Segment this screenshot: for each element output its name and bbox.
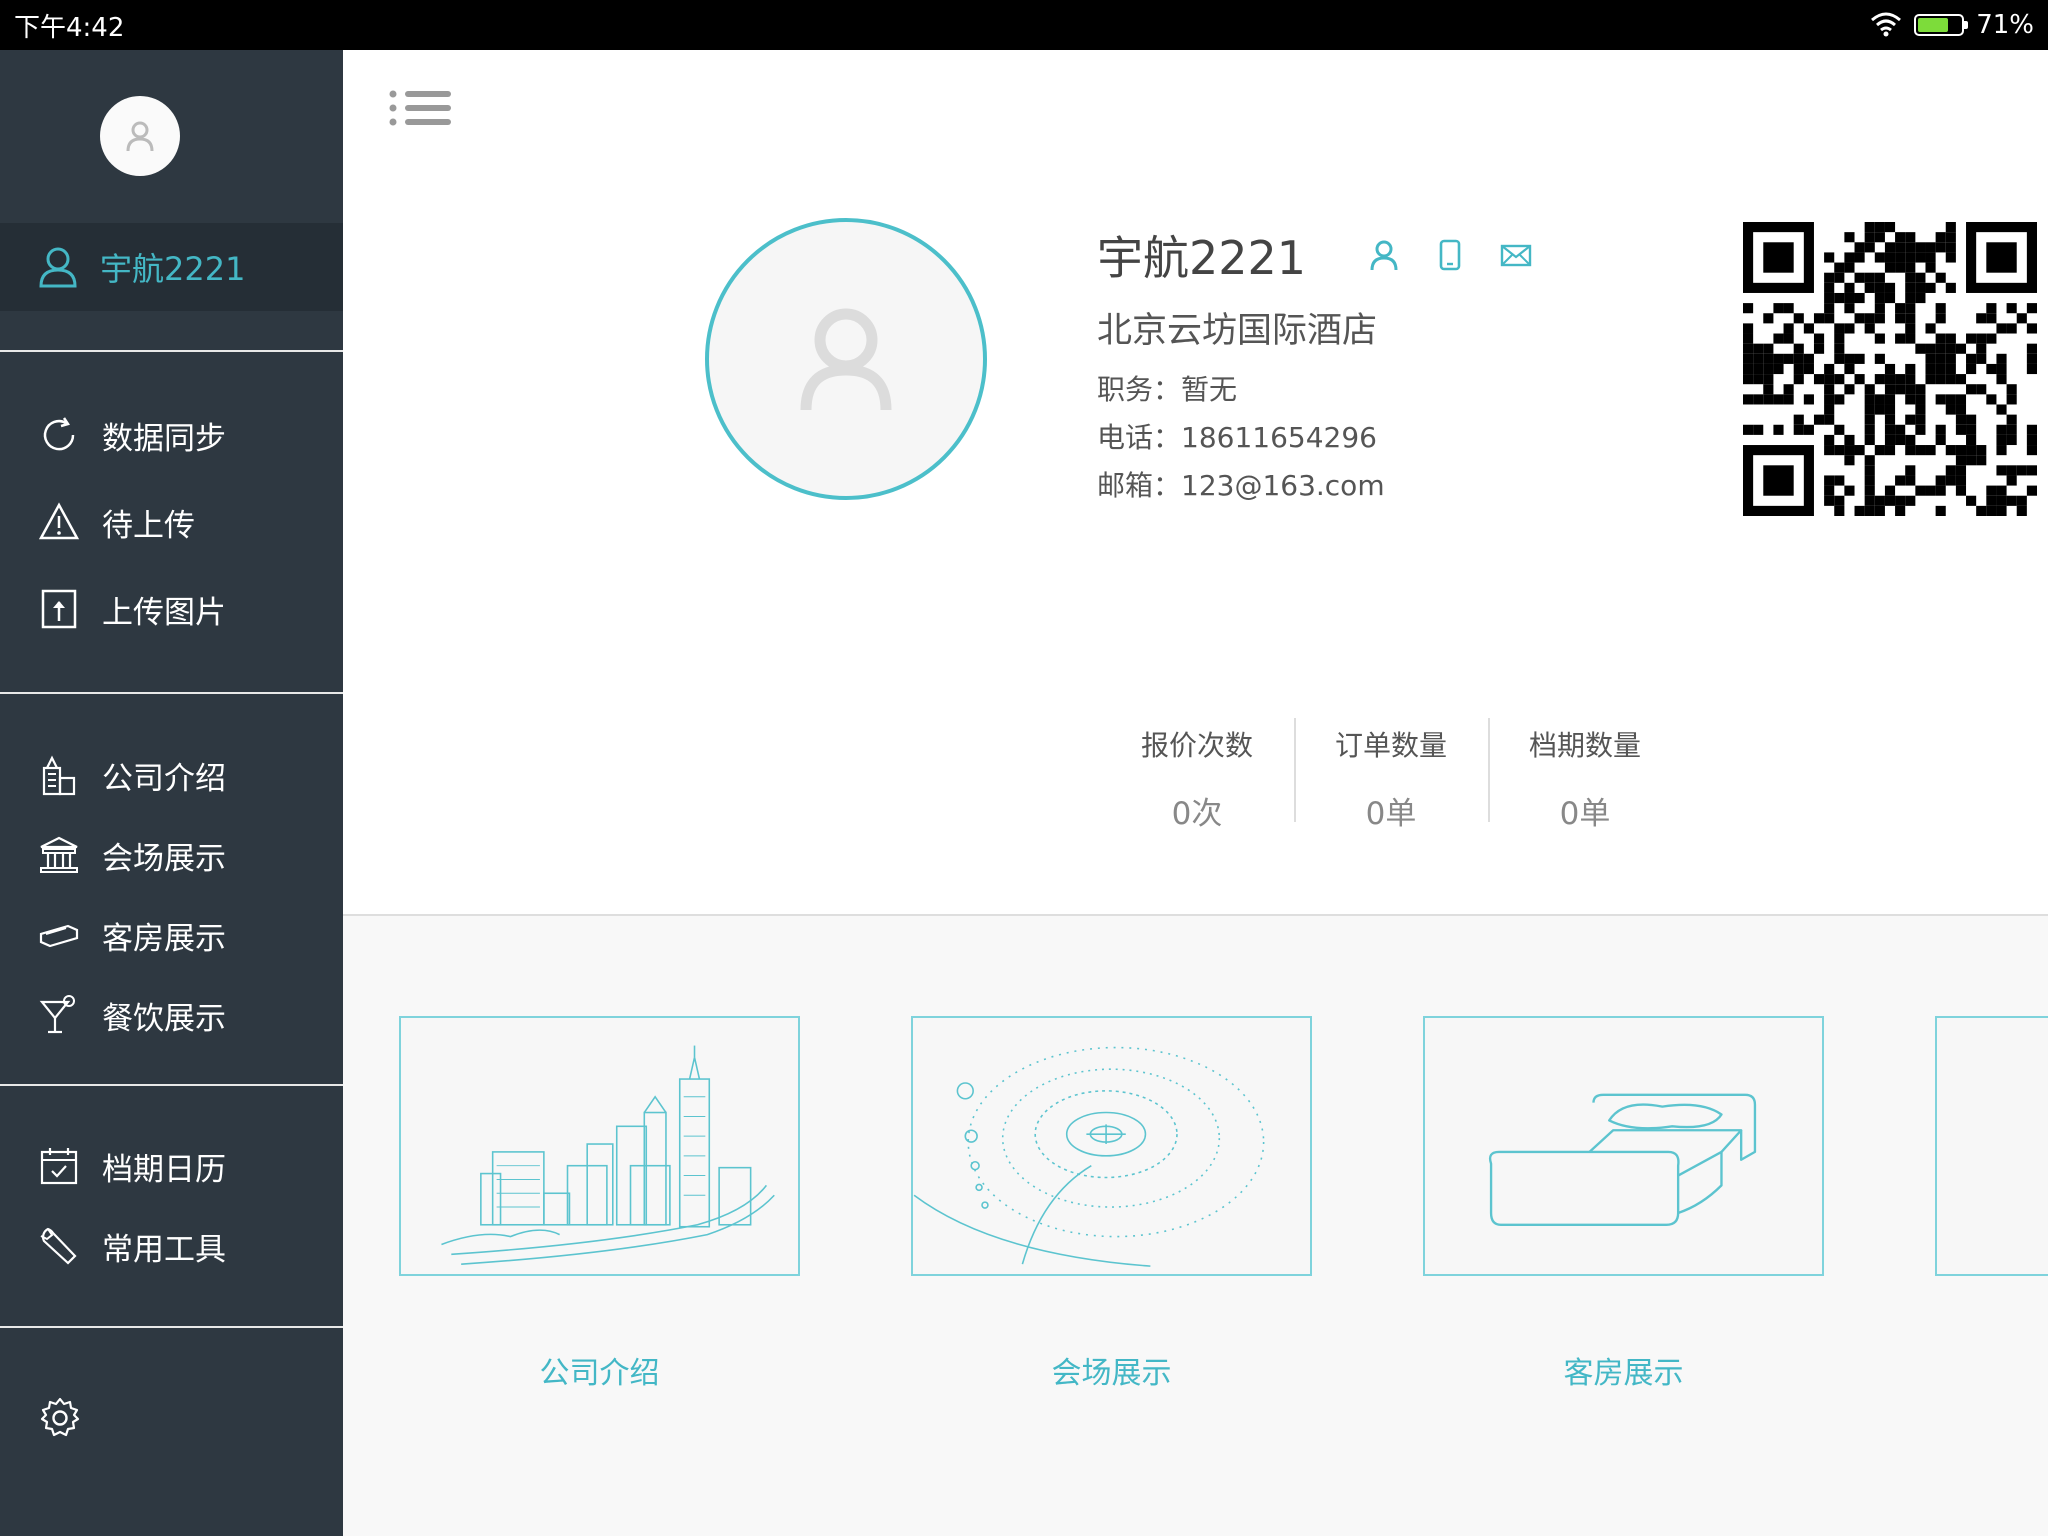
sidebar-user[interactable]: 宇航2221 <box>0 223 343 311</box>
sidebar-item-label: 常用工具 <box>102 1231 226 1268</box>
card-partial[interactable] <box>1935 1016 2048 1276</box>
status-time: 下午4:42 <box>14 12 125 43</box>
cocktail-icon <box>39 995 75 1034</box>
contact-icons <box>1368 239 1532 271</box>
sidebar-item-tools[interactable]: 常用工具 <box>0 1211 343 1281</box>
city-skyline-illustration <box>441 1045 775 1265</box>
stat-orders[interactable]: 订单数量 0单 <box>1294 718 1488 832</box>
sidebar-item-pending-upload[interactable]: 待上传 <box>0 487 343 557</box>
stat-value: 0单 <box>1365 796 1417 832</box>
divider <box>0 1326 343 1328</box>
sidebar-item-label: 公司介绍 <box>102 760 226 797</box>
sidebar-item-upload-image[interactable]: 上传图片 <box>0 574 343 644</box>
card-company-intro[interactable] <box>399 1016 800 1276</box>
stat-quotes[interactable]: 报价次数 0次 <box>1100 718 1294 832</box>
battery-icon <box>1914 14 1969 36</box>
profile-avatar[interactable] <box>705 218 987 500</box>
upload-image-icon <box>41 589 77 629</box>
sidebar-item-rooms[interactable]: 客房展示 <box>0 900 343 970</box>
wrench-icon <box>40 1227 77 1265</box>
settings-gear-icon[interactable] <box>38 1396 82 1440</box>
sync-icon <box>43 417 75 451</box>
sidebar-item-company-intro[interactable]: 公司介绍 <box>0 740 343 810</box>
mail-icon[interactable] <box>1500 239 1532 271</box>
stat-label: 档期数量 <box>1528 729 1641 762</box>
profile-name-row: 宇航2221 <box>1097 222 1532 288</box>
sidebar: 宇航2221 数据同步 待上传 上传图片 公司介绍 会场展示 客房展示 餐饮展示… <box>0 50 343 1536</box>
calendar-icon <box>40 1148 78 1185</box>
card-venue[interactable] <box>911 1016 1312 1276</box>
main-content: 宇航2221 北京云坊国际酒店 职务：暂无 电话：18611654296 邮箱：… <box>343 50 2048 1536</box>
sidebar-item-calendar[interactable]: 档期日历 <box>0 1131 343 1201</box>
divider <box>0 350 343 352</box>
status-bar: 下午4:42 71% <box>0 0 2048 50</box>
sidebar-item-label: 档期日历 <box>102 1151 226 1188</box>
card-label-venue[interactable]: 会场展示 <box>911 1348 1312 1392</box>
sidebar-item-label: 会场展示 <box>102 840 226 877</box>
user-icon <box>800 308 892 411</box>
venue-ceiling-illustration <box>913 1046 1265 1267</box>
stat-value: 0单 <box>1559 796 1611 832</box>
menu-list-icon[interactable] <box>389 88 453 132</box>
sidebar-user-name: 宇航2221 <box>100 250 246 288</box>
phone-icon[interactable] <box>1434 239 1466 271</box>
card-label-rooms[interactable]: 客房展示 <box>1423 1348 1824 1392</box>
divider <box>0 1084 343 1086</box>
stat-label: 报价次数 <box>1140 729 1253 762</box>
stat-schedules[interactable]: 档期数量 0单 <box>1488 718 1682 832</box>
user-icon[interactable] <box>1368 239 1400 271</box>
qr-code <box>1743 222 2037 516</box>
wifi-icon <box>1871 12 1902 37</box>
status-right: 71% <box>1870 10 2034 40</box>
stat-label: 订单数量 <box>1334 729 1447 762</box>
battery-percent: 71% <box>1976 10 2034 40</box>
stats-row: 报价次数 0次 订单数量 0单 档期数量 0单 <box>1100 718 1682 832</box>
divider <box>0 692 343 694</box>
sidebar-item-label: 客房展示 <box>102 920 226 957</box>
card-rooms[interactable] <box>1423 1016 1824 1276</box>
sidebar-item-label: 待上传 <box>102 507 195 544</box>
email-text: 邮箱：123@163.com <box>1097 469 1385 502</box>
building-icon <box>42 755 76 796</box>
bed-icon <box>39 924 79 948</box>
sidebar-avatar[interactable] <box>100 96 180 176</box>
position-text: 职务：暂无 <box>1097 373 1238 406</box>
bed-illustration <box>1488 1093 1757 1226</box>
sidebar-item-label: 数据同步 <box>102 420 226 457</box>
venue-icon <box>40 836 78 873</box>
user-icon <box>39 247 77 288</box>
warning-icon <box>38 502 80 540</box>
profile-name: 宇航2221 <box>1097 231 1307 285</box>
user-icon <box>126 121 154 152</box>
phone-text: 电话：18611654296 <box>1097 421 1377 454</box>
sidebar-item-dining[interactable]: 餐饮展示 <box>0 980 343 1050</box>
sidebar-item-label: 上传图片 <box>102 594 226 631</box>
stat-value: 0次 <box>1171 796 1223 832</box>
sidebar-item-data-sync[interactable]: 数据同步 <box>0 400 343 470</box>
sidebar-item-label: 餐饮展示 <box>102 1000 226 1037</box>
sidebar-item-venue[interactable]: 会场展示 <box>0 820 343 890</box>
hotel-name: 北京云坊国际酒店 <box>1097 311 1378 351</box>
card-label-company-intro[interactable]: 公司介绍 <box>399 1348 800 1392</box>
